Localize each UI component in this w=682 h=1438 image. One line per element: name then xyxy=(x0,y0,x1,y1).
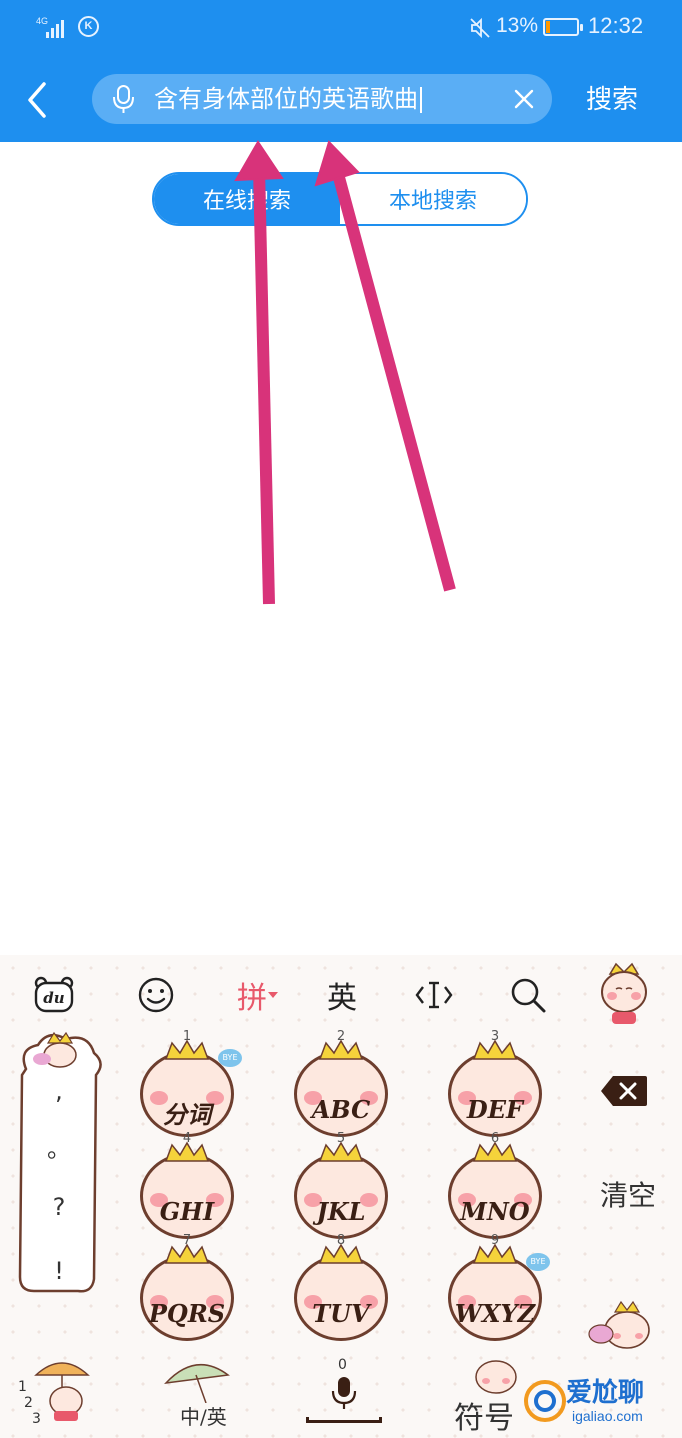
crown-icon xyxy=(318,1141,364,1162)
watermark-url: igaliao.com xyxy=(572,1408,643,1424)
watermark-text: 爱尬聊 xyxy=(566,1378,645,1408)
bye-badge: BYE xyxy=(218,1049,242,1067)
key-9-wxyz[interactable]: 9 BYE WXYZ xyxy=(430,1233,560,1343)
signal-icon: 4G xyxy=(36,16,76,40)
chevron-left-icon[interactable] xyxy=(22,80,54,120)
close-icon[interactable] xyxy=(512,87,536,111)
carrier-badge: K xyxy=(78,16,99,37)
key-label: MNO xyxy=(460,1197,530,1226)
emoji-icon[interactable] xyxy=(134,973,178,1017)
crown-icon xyxy=(318,1243,364,1264)
num-label-2: 2 xyxy=(24,1395,33,1411)
mascot-icon xyxy=(475,1360,517,1394)
tab-online-search[interactable]: 在线搜索 xyxy=(154,174,340,224)
key-label: PQRS xyxy=(148,1299,226,1328)
search-query: 含有身体部位的英语歌曲 xyxy=(154,85,418,113)
annotation-arrow-left xyxy=(253,167,275,605)
num-label-3: 3 xyxy=(32,1411,41,1427)
tab-local-search[interactable]: 本地搜索 xyxy=(340,174,526,224)
search-button[interactable]: 搜索 xyxy=(586,84,638,116)
num-label-1: 1 xyxy=(18,1379,27,1395)
crown-icon xyxy=(318,1039,364,1060)
key-label: GHI xyxy=(159,1197,215,1226)
english-mode-button[interactable]: 英 xyxy=(320,973,364,1017)
key-label: 分词 xyxy=(163,1100,211,1129)
crown-icon xyxy=(472,1141,518,1162)
symbols-label: 符号 xyxy=(454,1401,514,1436)
status-bar: 4G K 13% 12:32 xyxy=(0,0,682,56)
key-5-jkl[interactable]: 5 JKL xyxy=(276,1131,406,1241)
key-label: ABC xyxy=(311,1095,371,1124)
number-keyboard-button[interactable]: 1 2 3 xyxy=(10,1353,100,1438)
key-7-pqrs[interactable]: 7 PQRS xyxy=(122,1233,252,1343)
lang-switch-label: 中/英 xyxy=(180,1405,227,1429)
search-scope-tabs: 在线搜索 本地搜索 xyxy=(152,172,528,226)
crown-icon xyxy=(472,1039,518,1060)
clear-button[interactable]: 清空 xyxy=(588,1169,668,1219)
watermark: 爱尬聊 igaliao.com xyxy=(520,1368,682,1438)
punct-period-key[interactable]: 。 xyxy=(18,1129,100,1164)
key-4-ghi[interactable]: 4 GHI xyxy=(122,1131,252,1241)
crown-icon xyxy=(164,1243,210,1264)
key-label: DEF xyxy=(466,1095,524,1124)
clear-label: 清空 xyxy=(599,1179,656,1212)
backspace-icon xyxy=(601,1076,647,1106)
english-label: 英 xyxy=(327,981,357,1016)
annotation-arrow-right xyxy=(331,168,456,592)
language-switch-button[interactable]: 中/英 xyxy=(148,1353,248,1438)
punct-comma-key[interactable]: , xyxy=(18,1077,100,1105)
crown-icon xyxy=(164,1039,210,1060)
key-3-def[interactable]: 3 DEF xyxy=(430,1029,560,1139)
umbrella-icon xyxy=(164,1363,230,1403)
keyboard-toolbar: du 拼 英 xyxy=(0,955,682,1035)
key-label: WXYZ xyxy=(454,1299,536,1328)
mute-icon xyxy=(470,17,490,39)
du-logo-icon[interactable]: du xyxy=(30,973,78,1017)
svg-text:du: du xyxy=(43,989,64,1007)
mascot-icon[interactable] xyxy=(592,959,656,1031)
battery-percent: 13% xyxy=(496,14,539,37)
app-header: 4G K 13% 12:32 含有身体部位的英语歌曲 搜索 xyxy=(0,0,682,142)
key-8-tuv[interactable]: 8 TUV xyxy=(276,1233,406,1343)
key-label: JKL xyxy=(316,1197,366,1226)
crown-icon xyxy=(472,1243,518,1264)
watermark-logo-icon xyxy=(524,1380,566,1422)
battery-icon xyxy=(543,18,583,36)
punct-question-key[interactable]: ? xyxy=(18,1193,100,1221)
ime-keyboard: du 拼 英 , 。 ? ! 1 BYE 分词 2 ABC 3 DEF 4 GH… xyxy=(0,955,682,1438)
key-2-abc[interactable]: 2 ABC xyxy=(276,1029,406,1139)
pinyin-mode-button[interactable]: 拼 xyxy=(230,973,286,1017)
zero-label: 0 xyxy=(338,1357,347,1373)
key-1-fenci[interactable]: 1 BYE 分词 xyxy=(122,1029,252,1139)
voice-search-icon[interactable] xyxy=(110,84,138,114)
pinyin-label: 拼 xyxy=(237,981,267,1016)
chevron-down-icon xyxy=(268,992,278,998)
cursor-icon[interactable] xyxy=(412,973,456,1017)
space-voice-button[interactable]: 0 xyxy=(302,1353,386,1438)
space-bar-icon xyxy=(306,1417,382,1423)
search-input[interactable]: 含有身体部位的英语歌曲 xyxy=(92,74,552,124)
microphone-icon xyxy=(331,1377,357,1409)
punctuation-column: , 。 ? ! xyxy=(18,1031,102,1293)
text-caret xyxy=(420,87,422,113)
key-label: TUV xyxy=(312,1299,370,1328)
search-icon[interactable] xyxy=(506,973,550,1017)
mascot-icon xyxy=(49,1386,83,1421)
backspace-button[interactable] xyxy=(596,1071,652,1111)
punct-exclaim-key[interactable]: ! xyxy=(18,1257,100,1285)
clock: 12:32 xyxy=(588,13,644,38)
crown-icon xyxy=(164,1141,210,1162)
bye-badge: BYE xyxy=(526,1253,550,1271)
key-6-mno[interactable]: 6 MNO xyxy=(430,1131,560,1241)
